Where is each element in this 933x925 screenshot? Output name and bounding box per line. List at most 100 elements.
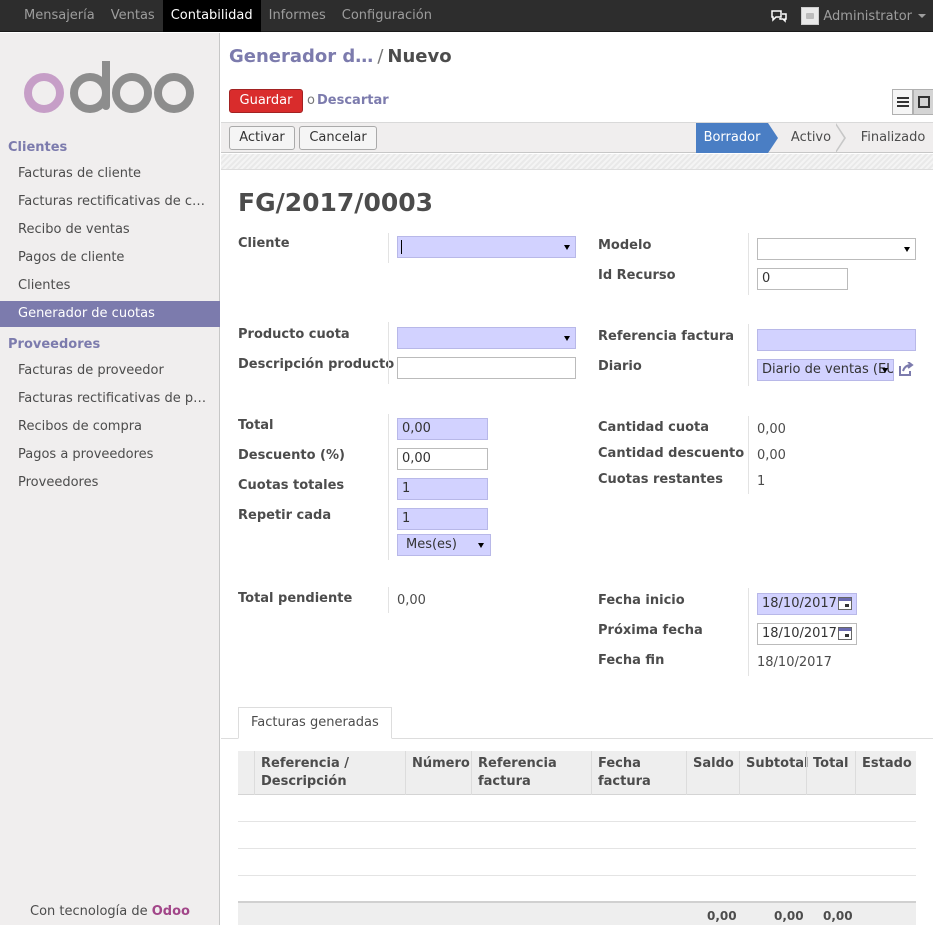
menu-mensajeria[interactable]: Mensajería	[16, 0, 103, 32]
sidebar-item-pagos-proveedores[interactable]: Pagos a proveedores	[0, 442, 220, 468]
footer-subtotal: 0,00	[774, 909, 804, 923]
sidebar-item-proveedores[interactable]: Proveedores	[0, 470, 220, 496]
total-label: Total	[238, 418, 274, 433]
sidebar-item-rectificativas-cliente[interactable]: Facturas rectificativas de c…	[0, 189, 220, 215]
menu-informes[interactable]: Informes	[261, 0, 334, 32]
view-switcher	[892, 89, 933, 115]
col-fecha-factura[interactable]: Fecha factura	[591, 751, 686, 795]
fecha-inicio-input[interactable]: 18/10/2017	[757, 593, 857, 615]
powered-prefix: Con tecnología de	[30, 904, 152, 919]
divider	[748, 416, 749, 494]
cuotas-totales-input[interactable]: 1	[397, 478, 488, 500]
powered-brand-link[interactable]: Odoo	[152, 904, 190, 919]
table-row[interactable]	[238, 795, 916, 822]
cuotas-restantes-value: 1	[757, 474, 766, 489]
chat-icon[interactable]	[771, 9, 788, 23]
form-view-button[interactable]	[913, 89, 933, 115]
sheet-background	[221, 154, 933, 170]
total-input[interactable]: 0,00	[397, 418, 488, 440]
discard-button[interactable]: Descartar	[317, 93, 389, 108]
repetir-cada-input[interactable]: 1	[397, 508, 488, 530]
table-row[interactable]	[238, 822, 916, 849]
tab-facturas-generadas[interactable]: Facturas generadas	[238, 707, 392, 739]
chevron-down-icon[interactable]	[918, 14, 926, 18]
table-row[interactable]	[238, 849, 916, 876]
record-title: FG/2017/0003	[238, 188, 434, 217]
sidebar-item-rectificativas-proveedor[interactable]: Facturas rectificativas de p…	[0, 386, 220, 412]
modelo-select[interactable]	[757, 238, 916, 260]
stage-separator-inner	[835, 124, 844, 152]
id-recurso-label: Id Recurso	[598, 268, 676, 283]
breadcrumb: Generador d… / Nuevo	[229, 46, 452, 67]
footer-saldo: 0,00	[707, 909, 737, 923]
col-estado[interactable]: Estado	[855, 751, 916, 795]
divider	[388, 322, 389, 384]
col-total[interactable]: Total	[806, 751, 855, 795]
stage-finalizado[interactable]: Finalizado	[853, 123, 933, 153]
referencia-factura-input[interactable]	[757, 329, 916, 351]
sidebar-item-recibo-ventas[interactable]: Recibo de ventas	[0, 217, 220, 243]
descuento-input[interactable]: 0,00	[397, 448, 488, 470]
sidebar-item-facturas-proveedor[interactable]: Facturas de proveedor	[0, 358, 220, 384]
chevron-down-icon	[478, 543, 484, 548]
breadcrumb-current: Nuevo	[387, 46, 452, 67]
divider	[388, 233, 389, 263]
text-cursor	[401, 240, 402, 254]
save-button[interactable]: Guardar	[229, 89, 303, 113]
sidebar-item-facturas-cliente[interactable]: Facturas de cliente	[0, 161, 220, 187]
cliente-select[interactable]	[397, 236, 576, 258]
calendar-icon[interactable]	[838, 597, 852, 610]
control-panel: Generador d… / Nuevo Guardar o Descartar	[221, 33, 933, 123]
status-bar: Activar Cancelar Borrador Activo Finaliz…	[221, 123, 933, 153]
proxima-fecha-label: Próxima fecha	[598, 623, 703, 638]
or-text: o	[307, 93, 315, 108]
descripcion-producto-input[interactable]	[397, 357, 576, 379]
col-referencia-descripcion[interactable]: Referencia / Descripción	[254, 751, 405, 795]
fecha-inicio-value: 18/10/2017	[762, 596, 837, 611]
odoo-logo[interactable]	[24, 57, 194, 121]
diario-value: Diario de ventas (EU	[762, 362, 894, 377]
diario-select[interactable]: Diario de ventas (EU	[757, 359, 894, 381]
col-saldo[interactable]: Saldo	[686, 751, 739, 795]
col-referencia-factura[interactable]: Referencia factura	[471, 751, 591, 795]
fecha-inicio-label: Fecha inicio	[598, 593, 685, 608]
proxima-fecha-input[interactable]: 18/10/2017	[757, 623, 857, 645]
referencia-factura-label: Referencia factura	[598, 329, 735, 344]
menu-configuracion[interactable]: Configuración	[334, 0, 440, 32]
activate-button[interactable]: Activar	[229, 126, 295, 150]
divider	[748, 588, 749, 676]
producto-cuota-select[interactable]	[397, 327, 576, 349]
sidebar-item-clientes[interactable]: Clientes	[0, 273, 220, 299]
periodo-select[interactable]: Mes(es)	[397, 534, 491, 556]
menu-ventas[interactable]: Ventas	[103, 0, 163, 32]
menu-contabilidad[interactable]: Contabilidad	[162, 0, 261, 32]
col-numero[interactable]: Número	[405, 751, 471, 795]
divider	[388, 414, 389, 560]
external-link-icon[interactable]	[898, 361, 914, 376]
modelo-label: Modelo	[598, 238, 652, 253]
sidebar-item-generador-cuotas[interactable]: Generador de cuotas	[0, 301, 220, 327]
footer-total: 0,00	[823, 909, 853, 923]
calendar-icon[interactable]	[838, 627, 852, 640]
breadcrumb-parent[interactable]: Generador d…	[229, 46, 373, 67]
divider	[748, 233, 749, 295]
main-menu: Mensajería Ventas Contabilidad Informes …	[16, 0, 440, 32]
cuotas-totales-label: Cuotas totales	[238, 478, 345, 493]
table-header: Referencia / Descripción Número Referenc…	[238, 751, 916, 795]
periodo-value: Mes(es)	[406, 537, 457, 552]
list-view-button[interactable]	[892, 89, 913, 115]
cancel-button[interactable]: Cancelar	[299, 126, 377, 150]
col-subtotal[interactable]: Subtotal	[739, 751, 809, 795]
sidebar-item-pagos-cliente[interactable]: Pagos de cliente	[0, 245, 220, 271]
chevron-down-icon	[564, 336, 570, 341]
sidebar-item-recibos-compra[interactable]: Recibos de compra	[0, 414, 220, 440]
stage-borrador[interactable]: Borrador	[696, 123, 778, 153]
id-recurso-input[interactable]: 0	[757, 268, 848, 290]
user-menu[interactable]: Administrator	[823, 9, 912, 24]
fecha-fin-value: 18/10/2017	[757, 655, 832, 670]
cuotas-restantes-label: Cuotas restantes	[598, 472, 723, 487]
table-row[interactable]	[238, 876, 916, 903]
divider	[388, 587, 389, 613]
avatar[interactable]	[801, 7, 820, 25]
proxima-fecha-value: 18/10/2017	[762, 626, 837, 641]
